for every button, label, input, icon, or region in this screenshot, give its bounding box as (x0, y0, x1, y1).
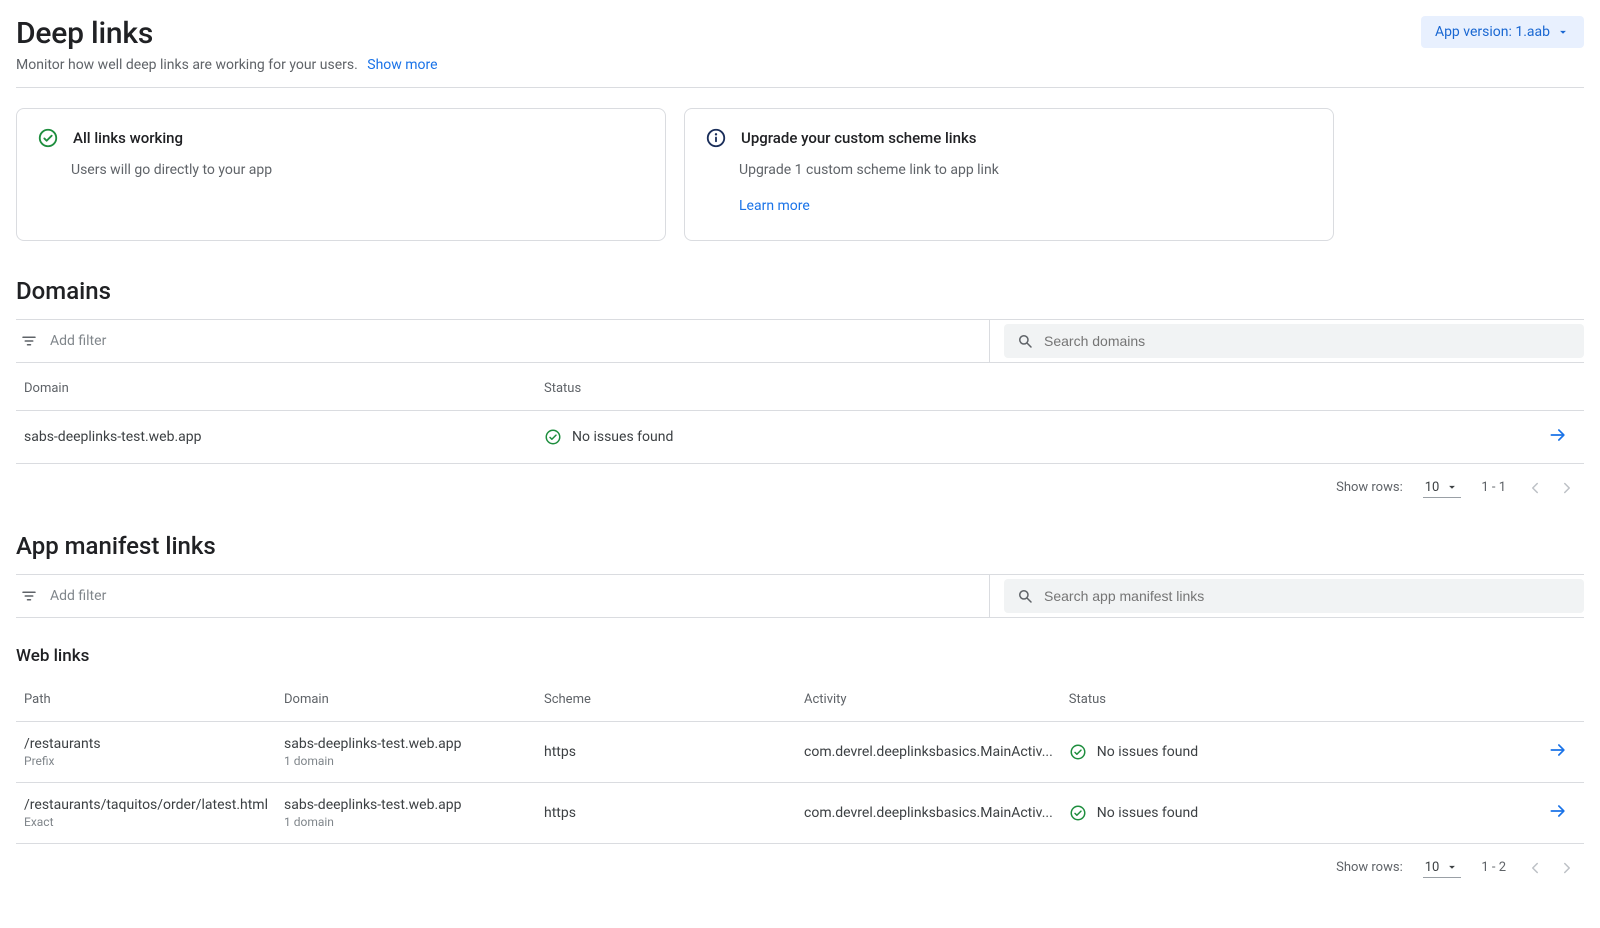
show-more-link[interactable]: Show more (367, 57, 437, 73)
domain-subline: 1 domain (284, 754, 528, 768)
manifest-section-title: App manifest links (16, 532, 1584, 560)
domains-table: Domain Status sabs-deeplinks-test.web.ap… (16, 363, 1584, 464)
rows-per-page-selector[interactable]: 10 (1423, 478, 1462, 498)
path-cell: /restaurants/taquitos/order/latest.html (24, 797, 268, 813)
show-rows-label: Show rows: (1336, 480, 1403, 495)
prev-page-button[interactable] (1526, 859, 1544, 877)
caret-down-icon (1445, 860, 1459, 874)
arrow-right-icon[interactable] (1548, 740, 1568, 760)
activity-cell: com.devrel.deeplinksbasics.MainActiv... (796, 721, 1061, 782)
arrow-right-icon[interactable] (1548, 425, 1568, 445)
search-icon (1016, 332, 1034, 350)
col-status: Status (536, 363, 1524, 411)
filter-icon (20, 332, 38, 350)
search-icon (1016, 587, 1034, 605)
col-activity: Activity (796, 674, 1061, 722)
card-title: All links working (73, 129, 183, 147)
col-domain: Domain (276, 674, 536, 722)
domains-add-filter[interactable]: Add filter (16, 320, 990, 362)
table-row[interactable]: sabs-deeplinks-test.web.app No issues fo… (16, 410, 1584, 463)
divider (16, 87, 1584, 88)
learn-more-link[interactable]: Learn more (739, 195, 1313, 217)
check-circle-icon (37, 127, 59, 149)
scheme-cell: https (536, 721, 796, 782)
rows-value: 10 (1425, 480, 1440, 495)
manifest-pager: Show rows: 10 1 - 2 (16, 844, 1584, 878)
subtitle-text: Monitor how well deep links are working … (16, 57, 358, 73)
caret-down-icon (1445, 480, 1459, 494)
activity-cell: com.devrel.deeplinksbasics.MainActiv... (796, 782, 1061, 843)
add-filter-label: Add filter (50, 333, 106, 349)
next-page-button[interactable] (1558, 859, 1576, 877)
card-body: Upgrade 1 custom scheme link to app link (739, 162, 999, 178)
table-row[interactable]: /restaurants Prefix sabs-deeplinks-test.… (16, 721, 1584, 782)
status-text: No issues found (572, 429, 673, 445)
check-circle-icon (544, 428, 562, 446)
rows-value: 10 (1425, 860, 1440, 875)
manifest-add-filter[interactable]: Add filter (16, 575, 990, 617)
rows-per-page-selector[interactable]: 10 (1423, 858, 1462, 878)
col-path: Path (16, 674, 276, 722)
page-range: 1 - 2 (1481, 860, 1506, 875)
col-scheme: Scheme (536, 674, 796, 722)
app-version-selector[interactable]: App version: 1.aab (1421, 16, 1584, 48)
manifest-table: Path Domain Scheme Activity Status /rest… (16, 674, 1584, 844)
arrow-right-icon[interactable] (1548, 801, 1568, 821)
path-cell: /restaurants (24, 736, 268, 752)
col-status: Status (1061, 674, 1524, 722)
domain-cell: sabs-deeplinks-test.web.app (284, 736, 528, 752)
domains-search[interactable] (1004, 324, 1584, 358)
info-icon (705, 127, 727, 149)
status-text: No issues found (1097, 744, 1198, 760)
card-upgrade-links: Upgrade your custom scheme links Upgrade… (684, 108, 1334, 241)
manifest-search-input[interactable] (1044, 588, 1572, 604)
domains-section-title: Domains (16, 277, 1584, 305)
page-subtitle: Monitor how well deep links are working … (16, 57, 1584, 73)
web-links-title: Web links (16, 646, 1584, 666)
show-rows-label: Show rows: (1336, 860, 1403, 875)
scheme-cell: https (536, 782, 796, 843)
table-row[interactable]: /restaurants/taquitos/order/latest.html … (16, 782, 1584, 843)
path-subline: Exact (24, 815, 268, 829)
next-page-button[interactable] (1558, 479, 1576, 497)
manifest-search[interactable] (1004, 579, 1584, 613)
path-subline: Prefix (24, 754, 268, 768)
status-text: No issues found (1097, 805, 1198, 821)
caret-down-icon (1556, 25, 1570, 39)
domains-pager: Show rows: 10 1 - 1 (16, 464, 1584, 498)
card-title: Upgrade your custom scheme links (741, 129, 977, 147)
col-domain: Domain (16, 363, 536, 411)
check-circle-icon (1069, 743, 1087, 761)
domains-search-input[interactable] (1044, 333, 1572, 349)
page-range: 1 - 1 (1481, 480, 1506, 495)
domain-subline: 1 domain (284, 815, 528, 829)
domain-cell: sabs-deeplinks-test.web.app (16, 410, 536, 463)
prev-page-button[interactable] (1526, 479, 1544, 497)
page-title: Deep links (16, 16, 153, 51)
check-circle-icon (1069, 804, 1087, 822)
app-version-label: App version: 1.aab (1435, 24, 1550, 40)
add-filter-label: Add filter (50, 588, 106, 604)
card-all-links-working: All links working Users will go directly… (16, 108, 666, 241)
card-body: Users will go directly to your app (71, 159, 645, 181)
filter-icon (20, 587, 38, 605)
domain-cell: sabs-deeplinks-test.web.app (284, 797, 528, 813)
